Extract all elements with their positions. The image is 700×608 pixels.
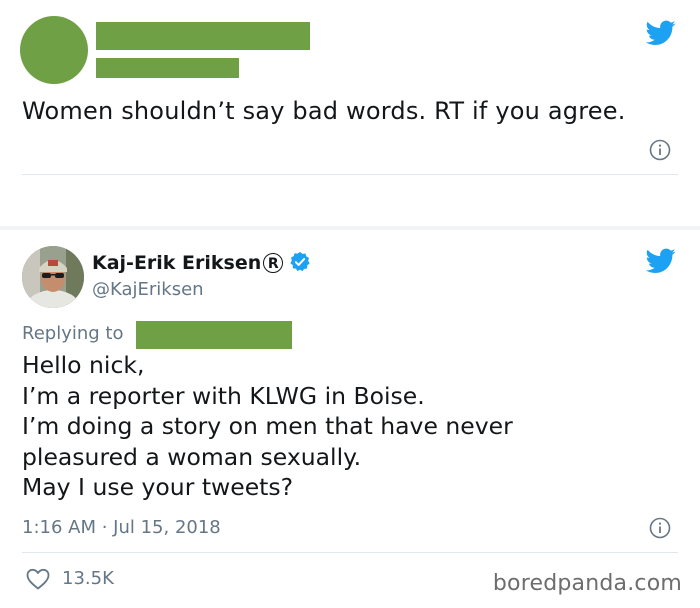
- watermark: boredpanda.com: [492, 571, 682, 596]
- redacted-author-handle: [96, 58, 239, 78]
- redacted-avatar: [20, 16, 88, 84]
- redacted-reply-target: [136, 321, 292, 349]
- original-tweet-card: Women shouldn’t say bad words. RT if you…: [0, 0, 700, 226]
- info-icon[interactable]: [649, 139, 671, 161]
- avatar[interactable]: [22, 246, 84, 308]
- tweet-divider: [22, 174, 678, 175]
- reply-text-line: Hello nick,: [22, 351, 145, 379]
- reply-text-line: pleasured a woman sexually.: [22, 442, 362, 471]
- registered-mark: R: [263, 253, 284, 273]
- reply-text-line: May I use your tweets?: [22, 473, 294, 501]
- tweet-divider: [22, 552, 678, 553]
- verified-badge-icon: [290, 251, 310, 272]
- tweet-timestamp[interactable]: 1:16 AM · Jul 15, 2018: [22, 516, 221, 540]
- author-name-text: Kaj-Erik Eriksen: [92, 252, 262, 274]
- reply-text-line: I’m a reporter with KLWG in Boise.: [22, 381, 425, 410]
- replying-to-label: Replying to: [22, 323, 124, 344]
- original-tweet-text: Women shouldn’t say bad words. RT if you…: [22, 97, 626, 125]
- reply-text-line: I’m doing a story on men that have never: [22, 412, 513, 440]
- heart-icon[interactable]: [26, 568, 50, 590]
- reply-tweet-text: Hello nick, I’m a reporter with KLWG in …: [22, 350, 513, 503]
- twitter-bird-icon[interactable]: [646, 20, 676, 46]
- like-count[interactable]: 13.5K: [62, 567, 114, 591]
- redacted-author-name: [96, 22, 310, 50]
- reply-tweet-card: Kaj-Erik Eriksen R @KajEriksen Replying t…: [0, 230, 700, 608]
- info-icon[interactable]: [649, 517, 671, 539]
- author-handle[interactable]: @KajEriksen: [92, 278, 204, 302]
- twitter-bird-icon[interactable]: [646, 248, 676, 274]
- author-name[interactable]: Kaj-Erik Eriksen R: [92, 250, 311, 276]
